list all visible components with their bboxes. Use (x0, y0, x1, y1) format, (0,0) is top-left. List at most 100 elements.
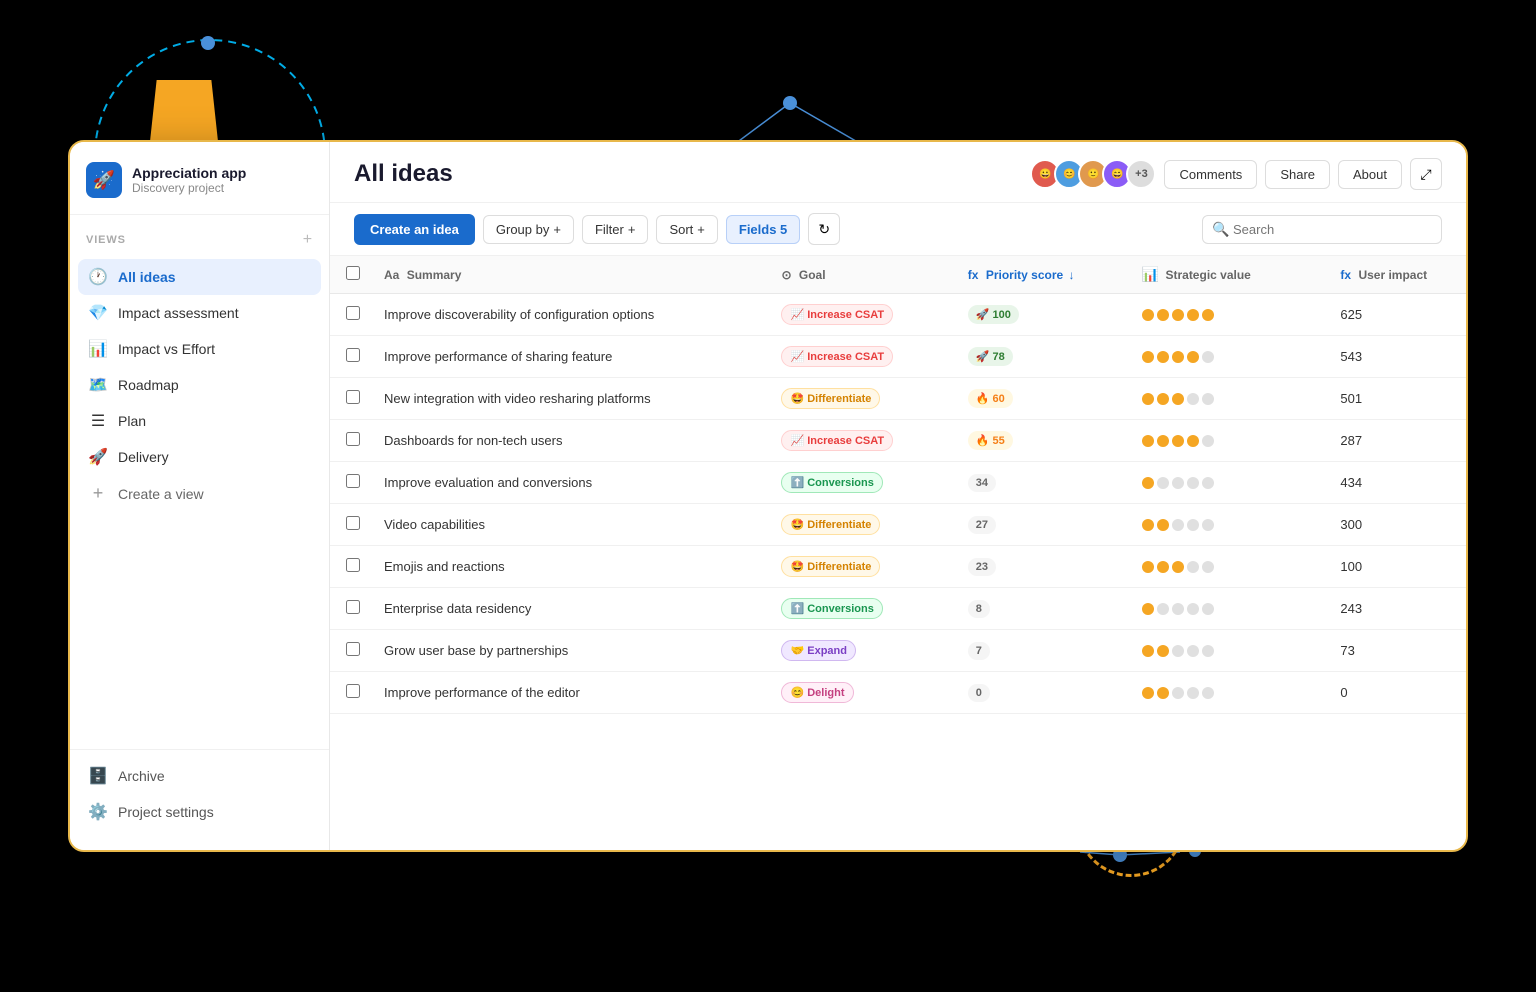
row-checkbox[interactable] (346, 432, 360, 446)
dot-filled (1187, 309, 1199, 321)
sidebar-item-label: Create a view (118, 486, 204, 502)
sort-button[interactable]: Sort + (656, 215, 717, 244)
views-section-label: VIEWS + (70, 215, 329, 255)
sidebar-item-delivery[interactable]: 🚀 Delivery (78, 439, 321, 475)
dots-row (1142, 435, 1317, 447)
dots-row (1142, 393, 1317, 405)
dots-row (1142, 477, 1317, 489)
row-checkbox[interactable] (346, 306, 360, 320)
group-by-button[interactable]: Group by + (483, 215, 574, 244)
goal-badge: 🤩 Differentiate (781, 556, 880, 577)
sidebar-item-impact-vs-effort[interactable]: 📊 Impact vs Effort (78, 331, 321, 367)
main-content: All ideas 😀 😊 🙂 😄 (330, 142, 1466, 850)
td-strategic (1130, 672, 1329, 714)
dot-empty (1172, 603, 1184, 615)
td-strategic (1130, 546, 1329, 588)
row-checkbox[interactable] (346, 558, 360, 572)
add-view-icon[interactable]: + (303, 231, 313, 249)
row-checkbox[interactable] (346, 642, 360, 656)
dot-filled (1172, 435, 1184, 447)
score-badge: 🔥 60 (968, 389, 1013, 408)
dot-filled (1157, 645, 1169, 657)
sidebar-item-create-view[interactable]: + Create a view (78, 475, 321, 512)
dot-filled (1187, 351, 1199, 363)
share-button[interactable]: Share (1265, 160, 1330, 189)
sidebar-item-plan[interactable]: ☰ Plan (78, 403, 321, 439)
sort-desc-icon: ↓ (1069, 268, 1075, 282)
th-user-impact-label: User impact (1358, 268, 1427, 282)
sidebar-item-label: Impact vs Effort (118, 341, 215, 357)
table-row: Improve evaluation and conversions⬆️ Con… (330, 462, 1466, 504)
th-priority-label: Priority score (986, 268, 1063, 282)
dot-filled (1172, 309, 1184, 321)
create-idea-button[interactable]: Create an idea (354, 214, 475, 245)
sidebar-item-roadmap[interactable]: 🗺️ Roadmap (78, 367, 321, 403)
dots-row (1142, 561, 1317, 573)
filter-plus-icon: + (628, 222, 636, 237)
dot-empty (1187, 645, 1199, 657)
about-button[interactable]: About (1338, 160, 1402, 189)
td-user-impact: 73 (1328, 630, 1466, 672)
goal-badge: 📈 Increase CSAT (781, 430, 893, 451)
avatars-group: 😀 😊 🙂 😄 +3 (1030, 159, 1156, 189)
score-badge: 23 (968, 558, 996, 576)
search-wrap: 🔍 (1202, 215, 1442, 244)
app-logo: 🚀 (86, 162, 122, 198)
dot-filled (1142, 435, 1154, 447)
sort-plus-icon: + (697, 222, 705, 237)
row-checkbox[interactable] (346, 474, 360, 488)
goal-badge: 📈 Increase CSAT (781, 346, 893, 367)
comments-button[interactable]: Comments (1164, 160, 1257, 189)
row-checkbox[interactable] (346, 600, 360, 614)
dots-row (1142, 645, 1317, 657)
td-priority: 🔥 55 (956, 420, 1130, 462)
dot-empty (1172, 687, 1184, 699)
row-checkbox[interactable] (346, 516, 360, 530)
refresh-button[interactable]: ↻ (808, 213, 840, 245)
dots-row (1142, 519, 1317, 531)
dot-empty (1187, 393, 1199, 405)
row-checkbox[interactable] (346, 684, 360, 698)
dot-filled (1157, 519, 1169, 531)
row-checkbox[interactable] (346, 390, 360, 404)
sidebar: 🚀 Appreciation app Discovery project VIE… (70, 142, 330, 850)
dot-filled (1157, 309, 1169, 321)
search-input[interactable] (1202, 215, 1442, 244)
dot-filled (1142, 519, 1154, 531)
dot-empty (1202, 561, 1214, 573)
plan-icon: ☰ (88, 411, 108, 431)
dot-filled (1187, 435, 1199, 447)
score-badge: 🔥 55 (968, 431, 1013, 450)
sort-label: Sort (669, 222, 693, 237)
td-strategic (1130, 336, 1329, 378)
th-goal-label: Goal (799, 268, 826, 282)
table-row: Emojis and reactions🤩 Differentiate23100 (330, 546, 1466, 588)
sidebar-item-all-ideas[interactable]: 🕐 All ideas (78, 259, 321, 295)
expand-button[interactable]: ⤢ (1410, 158, 1442, 190)
td-user-impact: 300 (1328, 504, 1466, 546)
td-strategic (1130, 588, 1329, 630)
td-user-impact: 0 (1328, 672, 1466, 714)
filter-button[interactable]: Filter + (582, 215, 648, 244)
dot-filled (1142, 687, 1154, 699)
avatar-extra-count: +3 (1126, 159, 1156, 189)
td-user-impact: 543 (1328, 336, 1466, 378)
td-summary: Emojis and reactions (372, 546, 769, 588)
fields-button[interactable]: Fields 5 (726, 215, 800, 244)
row-checkbox[interactable] (346, 348, 360, 362)
dot-filled (1157, 435, 1169, 447)
sidebar-item-project-settings[interactable]: ⚙️ Project settings (78, 794, 321, 830)
score-badge: 7 (968, 642, 990, 660)
sidebar-item-archive[interactable]: 🗄️ Archive (78, 758, 321, 794)
goal-badge: 😊 Delight (781, 682, 853, 703)
dot-filled (1142, 645, 1154, 657)
select-all-checkbox[interactable] (346, 266, 360, 280)
td-user-impact: 243 (1328, 588, 1466, 630)
delivery-icon: 🚀 (88, 447, 108, 467)
filter-label: Filter (595, 222, 624, 237)
sidebar-item-impact-assessment[interactable]: 💎 Impact assessment (78, 295, 321, 331)
roadmap-icon: 🗺️ (88, 375, 108, 395)
th-summary: Aa Summary (372, 256, 769, 294)
sidebar-item-label: Roadmap (118, 377, 179, 393)
dot-empty (1202, 477, 1214, 489)
